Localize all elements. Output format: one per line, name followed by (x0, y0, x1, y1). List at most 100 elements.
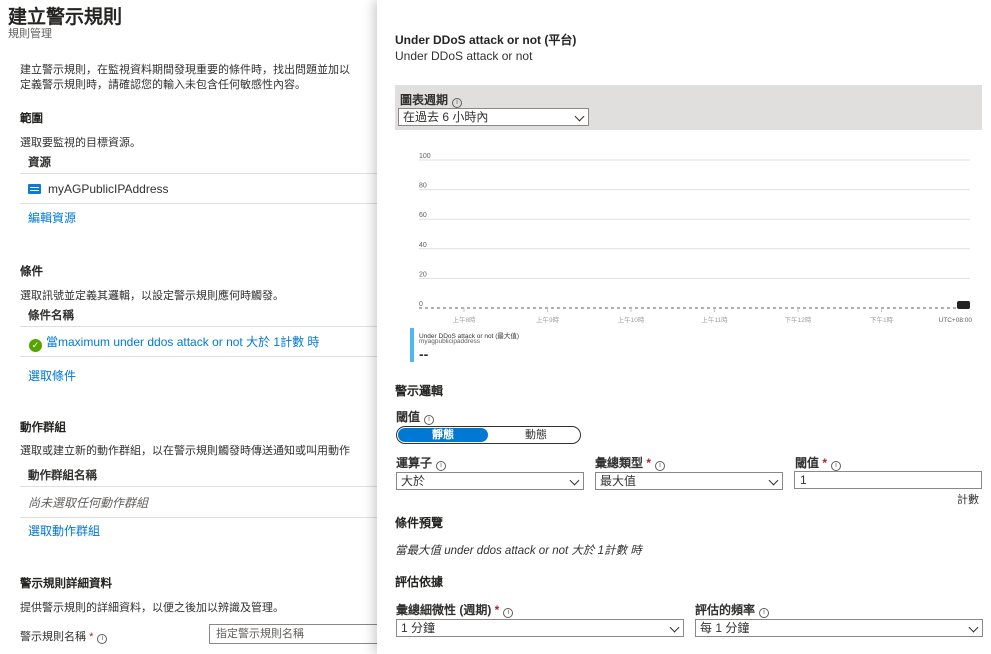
info-icon[interactable]: i (452, 98, 463, 108)
y-tick-label: 20 (419, 271, 427, 278)
resource-name: myAGPublicIPAddress (48, 182, 169, 196)
static-option[interactable]: 靜態 (398, 428, 488, 442)
operator-label: 運算子 i (396, 454, 447, 471)
chevron-down-icon (669, 622, 680, 633)
threshold-type-toggle[interactable]: 靜態 動態 (396, 426, 581, 444)
threshold-type-label-text: 閾值 (396, 410, 421, 424)
condition-description: 選取訊號並定義其邏輯，以設定警示規則應何時觸發。 (20, 290, 284, 302)
metric-chart: 100 80 60 40 20 0 上午8時 上午9時 上午10時 上午11時 下午12時 下午1時 U… (419, 153, 973, 324)
info-icon[interactable]: i (759, 608, 770, 618)
timezone-label: UTC+08:00 (939, 317, 973, 324)
info-icon[interactable]: i (424, 415, 435, 425)
action-group-column-header: 動作群組名稱 (20, 465, 380, 487)
y-tick-label: 60 (419, 212, 427, 219)
scope-heading: 範圍 (20, 113, 43, 125)
action-group-empty-row: 尚未選取任何動作群組 (20, 488, 380, 518)
threshold-value-label-text: 閾值 (795, 456, 820, 470)
chevron-down-icon (768, 475, 779, 486)
aggregation-dropdown[interactable]: 最大值 (595, 472, 783, 490)
required-mark: * (89, 631, 94, 643)
frequency-label-text: 評估的頻率 (695, 603, 756, 617)
operator-value: 大於 (401, 474, 426, 488)
dynamic-option[interactable]: 動態 (493, 428, 579, 442)
select-action-group-link[interactable]: 選取動作群組 (28, 522, 100, 539)
latest-value-marker (957, 301, 970, 309)
aggregation-value: 最大值 (600, 474, 637, 488)
info-icon[interactable]: i (97, 634, 108, 644)
details-heading: 警示規則詳細資料 (20, 578, 112, 590)
chevron-down-icon (968, 622, 979, 633)
intro-line-2: 定義警示規則時，請確認您的輸入未包含任何敏感性內容。 (20, 79, 306, 91)
y-tick-label: 40 (419, 242, 427, 249)
chart-period-label-text: 圖表週期 (400, 93, 449, 107)
granularity-value: 1 分鐘 (401, 621, 436, 635)
condition-link[interactable]: 當maximum under ddos attack or not 大於 1計數… (46, 335, 319, 349)
info-icon[interactable]: i (436, 461, 447, 471)
action-group-description: 選取或建立新的動作群組，以在警示規則觸發時傳送通知或叫用動作 (20, 445, 350, 457)
create-alert-rule-blade: 建立警示規則 規則管理 建立警示規則，在監視資料期間發現重要的條件時，找出問題並… (0, 0, 380, 654)
granularity-label-text: 彙總細微性 (週期) (396, 603, 492, 617)
chart-period-dropdown[interactable]: 在過去 6 小時內 (398, 108, 589, 126)
chevron-down-icon (569, 475, 580, 486)
operator-label-text: 運算子 (396, 456, 433, 470)
required-mark: * (494, 603, 500, 617)
x-tick-label: 上午9時 (536, 315, 560, 324)
granularity-label: 彙總細微性 (週期) * i (396, 601, 514, 618)
details-description: 提供警示規則的詳細資料，以便之後加以辨識及管理。 (20, 602, 284, 614)
threshold-type-label: 閾值 i (396, 408, 435, 425)
aggregation-label: 彙總類型 * i (595, 454, 666, 471)
condition-preview-text: 當最大值 under ddos attack or not 大於 1計數 時 (395, 545, 642, 557)
rule-name-label-text: 警示規則名稱 (20, 631, 86, 643)
evaluate-heading: 評估依據 (395, 575, 444, 589)
configure-signal-panel: Under DDoS attack or not (平台) Under DDoS… (377, 0, 991, 654)
resource-row: myAGPublicIPAddress (20, 174, 380, 204)
legend-value: -- (419, 346, 429, 362)
aggregation-label-text: 彙總類型 (595, 456, 644, 470)
y-tick-label: 80 (419, 183, 427, 190)
intro-text: 建立警示規則，在監視資料期間發現重要的條件時，找出問題並加以 定義警示規則時，請… (20, 63, 380, 93)
chart-period-value: 在過去 6 小時內 (403, 110, 489, 124)
action-group-heading: 動作群組 (20, 422, 66, 434)
intro-line-1: 建立警示規則，在監視資料期間發現重要的條件時，找出問題並加以 (20, 64, 350, 76)
rule-name-label: 警示規則名稱 * i (20, 628, 200, 644)
required-mark: * (646, 456, 652, 470)
required-mark: * (822, 456, 828, 470)
frequency-value: 每 1 分鐘 (700, 621, 750, 635)
info-icon[interactable]: i (655, 461, 666, 471)
page-subtitle: 規則管理 (8, 28, 52, 40)
threshold-value-input[interactable]: 1 (794, 471, 982, 489)
rule-name-input[interactable]: 指定警示規則名稱 (209, 624, 380, 644)
y-tick-label: 0 (419, 301, 423, 308)
condition-preview-heading: 條件預覽 (395, 516, 444, 530)
frequency-dropdown[interactable]: 每 1 分鐘 (695, 619, 983, 637)
x-tick-label: 下午1時 (870, 315, 894, 324)
chevron-down-icon (574, 111, 585, 122)
edit-resource-link[interactable]: 編輯資源 (28, 209, 76, 226)
scope-description: 選取要監視的目標資源。 (20, 137, 141, 149)
no-action-group-text: 尚未選取任何動作群組 (28, 496, 149, 510)
x-tick-label: 下午12時 (785, 315, 812, 324)
signal-title: Under DDoS attack or not (平台) (395, 33, 577, 47)
alert-logic-heading: 警示邏輯 (395, 384, 444, 398)
info-icon[interactable]: i (503, 608, 514, 618)
resource-column-header: 資源 (20, 152, 380, 174)
select-condition-link[interactable]: 選取條件 (28, 367, 76, 384)
legend-resource-name: myagpublicipaddress (419, 338, 481, 345)
public-ip-icon (28, 184, 41, 194)
signal-subtitle: Under DDoS attack or not (395, 49, 533, 63)
unit-label: 計數 (957, 494, 979, 506)
x-tick-label: 上午10時 (618, 315, 645, 324)
condition-row[interactable]: ✓ 當maximum under ddos attack or not 大於 1計… (20, 327, 380, 357)
condition-column-header: 條件名稱 (20, 305, 380, 327)
y-tick-label: 100 (419, 153, 431, 160)
operator-dropdown[interactable]: 大於 (396, 472, 584, 490)
chart-period-section: 圖表週期 i 在過去 6 小時內 (395, 85, 982, 130)
threshold-value-label: 閾值 * i (795, 454, 842, 471)
chart-period-label: 圖表週期 i (400, 91, 463, 108)
x-tick-label: 上午11時 (701, 315, 728, 324)
legend-color-bar (410, 328, 414, 362)
frequency-label: 評估的頻率 i (695, 601, 770, 618)
info-icon[interactable]: i (831, 461, 842, 471)
x-tick-label: 上午8時 (452, 315, 476, 324)
granularity-dropdown[interactable]: 1 分鐘 (396, 619, 684, 637)
